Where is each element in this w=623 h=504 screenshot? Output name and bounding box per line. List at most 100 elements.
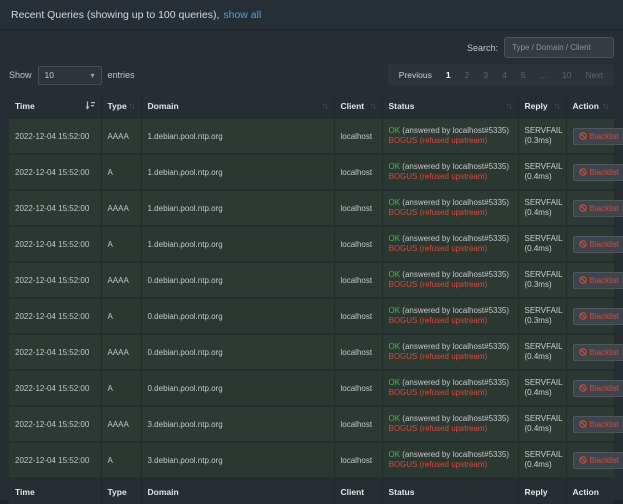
status-ok: OK (389, 378, 401, 387)
pagination-page[interactable]: 4 (495, 67, 514, 83)
status-ok: OK (389, 414, 401, 423)
column-header-reply[interactable]: Reply ↑↓ (518, 94, 566, 118)
pagination-page[interactable]: 1 (439, 67, 458, 83)
blacklist-label: Blacklist (590, 420, 619, 429)
recent-queries-panel: Recent Queries (showing up to 100 querie… (0, 0, 623, 500)
pagination-page[interactable]: 3 (476, 67, 495, 83)
status-ok: OK (389, 234, 401, 243)
type-cell: A (101, 370, 141, 406)
pagination-page[interactable]: 2 (458, 67, 477, 83)
status-ok: OK (389, 198, 401, 207)
footer-label-domain: Domain (141, 478, 334, 504)
domain-cell: 1.debian.pool.ntp.org (141, 226, 334, 262)
blacklist-button[interactable]: Blacklist (573, 128, 623, 145)
client-cell: localhost (334, 370, 382, 406)
action-cell: Blacklist (566, 226, 614, 262)
column-label-time: Time (15, 101, 35, 111)
table-row: 2022-12-04 15:52:00 AAAA 0.debian.pool.n… (9, 334, 614, 370)
reply-cell: SERVFAIL (0.4ms) (518, 406, 566, 442)
status-note: (answered by localhost#5335) (402, 414, 509, 423)
status-ok: OK (389, 342, 401, 351)
status-note: (answered by localhost#5335) (402, 270, 509, 279)
type-cell: AAAA (101, 406, 141, 442)
blacklist-button[interactable]: Blacklist (573, 236, 623, 253)
column-header-domain[interactable]: Domain ↑↓ (141, 94, 334, 118)
blacklist-button[interactable]: Blacklist (573, 380, 623, 397)
entries-select[interactable]: 10 ▾ (38, 66, 102, 85)
reply-time: (0.4ms) (525, 244, 560, 255)
table-footer-row: Time Type Domain Client Status Reply Act… (9, 478, 614, 504)
action-cell: Blacklist (566, 262, 614, 298)
reply-time: (0.4ms) (525, 352, 560, 363)
blacklist-label: Blacklist (590, 456, 619, 465)
blacklist-button[interactable]: Blacklist (573, 344, 623, 361)
reply-code: SERVFAIL (525, 450, 560, 461)
client-cell: localhost (334, 442, 382, 478)
action-cell: Blacklist (566, 334, 614, 370)
blacklist-button[interactable]: Blacklist (573, 164, 623, 181)
client-cell: localhost (334, 118, 382, 154)
time-cell: 2022-12-04 15:52:00 (9, 334, 101, 370)
column-header-type[interactable]: Type ↑↓ (101, 94, 141, 118)
blacklist-button[interactable]: Blacklist (573, 272, 623, 289)
column-header-client[interactable]: Client ↑↓ (334, 94, 382, 118)
column-header-status[interactable]: Status ↑↓ (382, 94, 518, 118)
sort-icon: ↑↓ (506, 101, 512, 110)
status-ok: OK (389, 126, 401, 135)
chevron-down-icon: ▾ (91, 71, 95, 80)
status-cell: OK (answered by localhost#5335) BOGUS (r… (382, 334, 518, 370)
table-controls: Show 10 ▾ entries Previous 12345…10 Next (0, 60, 623, 92)
status-cell: OK (answered by localhost#5335) BOGUS (r… (382, 190, 518, 226)
domain-cell: 1.debian.pool.ntp.org (141, 118, 334, 154)
ban-icon (579, 348, 587, 356)
blacklist-label: Blacklist (590, 348, 619, 357)
reply-time: (0.4ms) (525, 208, 560, 219)
pagination-page[interactable]: 10 (555, 67, 578, 83)
reply-cell: SERVFAIL (0.4ms) (518, 190, 566, 226)
blacklist-label: Blacklist (590, 384, 619, 393)
pagination-previous[interactable]: Previous (392, 67, 439, 83)
type-cell: AAAA (101, 190, 141, 226)
pagination: Previous 12345…10 Next (388, 64, 614, 86)
show-all-link[interactable]: show all (223, 9, 261, 21)
column-label-client: Client (341, 101, 365, 111)
time-cell: 2022-12-04 15:52:00 (9, 370, 101, 406)
column-label-reply: Reply (525, 101, 548, 111)
status-cell: OK (answered by localhost#5335) BOGUS (r… (382, 118, 518, 154)
table-row: 2022-12-04 15:52:00 AAAA 3.debian.pool.n… (9, 406, 614, 442)
ban-icon (579, 456, 587, 464)
pagination-page[interactable]: 5 (514, 67, 533, 83)
pagination-ellipsis: … (533, 67, 556, 83)
domain-cell: 3.debian.pool.ntp.org (141, 406, 334, 442)
status-note: (answered by localhost#5335) (402, 126, 509, 135)
table-row: 2022-12-04 15:52:00 A 0.debian.pool.ntp.… (9, 370, 614, 406)
status-bogus: BOGUS (refused upstream) (389, 352, 512, 363)
status-note: (answered by localhost#5335) (402, 162, 509, 171)
type-cell: AAAA (101, 262, 141, 298)
blacklist-button[interactable]: Blacklist (573, 416, 623, 433)
reply-time: (0.4ms) (525, 172, 560, 183)
column-header-action[interactable]: Action ↑↓ (566, 94, 614, 118)
footer-label-type: Type (101, 478, 141, 504)
blacklist-button[interactable]: Blacklist (573, 452, 623, 469)
column-label-domain: Domain (148, 101, 179, 111)
column-header-time[interactable]: Time (9, 94, 101, 118)
blacklist-label: Blacklist (590, 240, 619, 249)
ban-icon (579, 132, 587, 140)
search-toolbar: Search: (0, 30, 623, 60)
table-row: 2022-12-04 15:52:00 A 0.debian.pool.ntp.… (9, 298, 614, 334)
search-input[interactable] (504, 37, 614, 58)
pagination-next[interactable]: Next (579, 67, 610, 83)
domain-cell: 1.debian.pool.ntp.org (141, 154, 334, 190)
footer-label-status: Status (382, 478, 518, 504)
ban-icon (579, 420, 587, 428)
status-bogus: BOGUS (refused upstream) (389, 424, 512, 435)
status-bogus: BOGUS (refused upstream) (389, 172, 512, 183)
action-cell: Blacklist (566, 370, 614, 406)
blacklist-button[interactable]: Blacklist (573, 308, 623, 325)
blacklist-button[interactable]: Blacklist (573, 200, 623, 217)
domain-cell: 1.debian.pool.ntp.org (141, 190, 334, 226)
type-cell: A (101, 298, 141, 334)
reply-code: SERVFAIL (525, 198, 560, 209)
reply-time: (0.4ms) (525, 388, 560, 399)
